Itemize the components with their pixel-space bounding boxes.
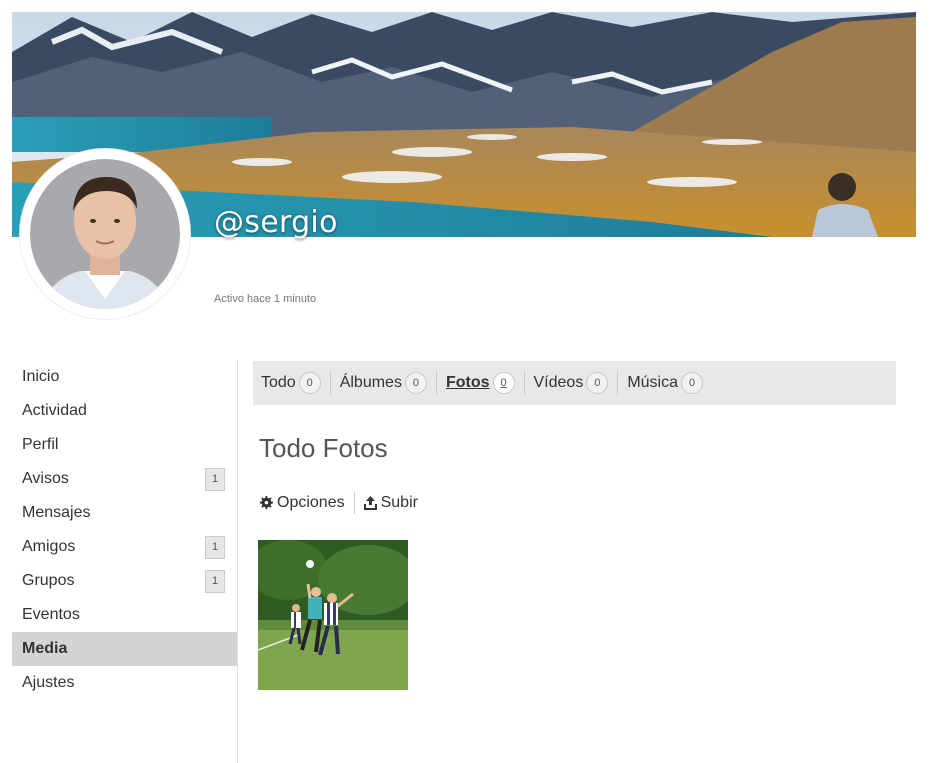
tab-label: Música [627, 374, 678, 391]
groups-count-badge: 1 [205, 569, 225, 593]
tab-label: Todo [261, 374, 296, 391]
sidebar-item-label: Avisos [22, 470, 69, 487]
profile-activity-status: Activo hace 1 minuto [214, 293, 317, 305]
profile-username: @sergio [214, 205, 338, 240]
media-actions: Opciones Subir [259, 492, 418, 514]
tab-count-badge: 0 [404, 372, 427, 394]
sidebar-item-label: Ajustes [22, 674, 75, 691]
tab-label: Vídeos [533, 374, 584, 391]
gear-icon [259, 496, 273, 510]
tab-label: Álbumes [339, 374, 402, 391]
tab-count-badge: 0 [586, 372, 609, 394]
options-label: Opciones [277, 494, 345, 511]
tab-albumes[interactable]: Álbumes 0 [340, 371, 437, 395]
tab-count-badge: 0 [681, 372, 703, 394]
sidebar-item-label: Media [22, 640, 68, 657]
tab-fotos[interactable]: Fotos 0 [446, 371, 525, 395]
sidebar-item-eventos[interactable]: Eventos [12, 598, 237, 632]
sidebar-item-media[interactable]: Media [12, 632, 237, 666]
notification-count-badge: 1 [205, 467, 225, 491]
page-title: Todo Fotos [259, 433, 388, 463]
sidebar-item-avisos[interactable]: Avisos 1 [12, 462, 237, 496]
sidebar-item-mensajes[interactable]: Mensajes [12, 496, 237, 530]
actions-divider [353, 492, 355, 514]
tab-label: Fotos [445, 374, 490, 391]
sidebar-item-label: Inicio [22, 368, 60, 385]
sidebar-item-label: Eventos [22, 606, 80, 623]
sidebar-item-amigos[interactable]: Amigos 1 [12, 530, 237, 564]
sidebar-item-perfil[interactable]: Perfil [12, 428, 237, 462]
sidebar-item-actividad[interactable]: Actividad [12, 394, 237, 428]
tab-count-badge: 0 [298, 372, 321, 394]
photo-thumbnail[interactable] [258, 540, 408, 690]
upload-button[interactable]: Subir [363, 494, 418, 512]
sidebar-item-label: Amigos [22, 538, 76, 555]
friends-count-badge: 1 [205, 535, 225, 559]
tab-musica[interactable]: Música 0 [627, 371, 712, 395]
sidebar-item-label: Mensajes [22, 504, 91, 521]
sidebar-item-label: Perfil [22, 436, 59, 453]
options-button[interactable]: Opciones [259, 494, 345, 512]
avatar-photo [30, 159, 180, 309]
tab-videos[interactable]: Vídeos 0 [534, 371, 619, 395]
sidebar-divider [237, 360, 238, 763]
media-tabs: Todo 0 Álbumes 0 Fotos 0 Vídeos 0 Música… [253, 361, 896, 405]
upload-icon [363, 496, 377, 510]
upload-label: Subir [380, 494, 418, 511]
sidebar-nav: Inicio Actividad Perfil Avisos 1 Mensaje… [12, 360, 237, 700]
sidebar-item-label: Actividad [22, 402, 87, 419]
sidebar-item-ajustes[interactable]: Ajustes [12, 666, 237, 700]
sidebar-item-label: Grupos [22, 572, 75, 589]
sidebar-item-inicio[interactable]: Inicio [12, 360, 237, 394]
avatar[interactable] [20, 149, 190, 319]
tab-count-badge: 0 [492, 372, 515, 394]
tab-todo[interactable]: Todo 0 [261, 371, 331, 395]
sidebar-item-grupos[interactable]: Grupos 1 [12, 564, 237, 598]
